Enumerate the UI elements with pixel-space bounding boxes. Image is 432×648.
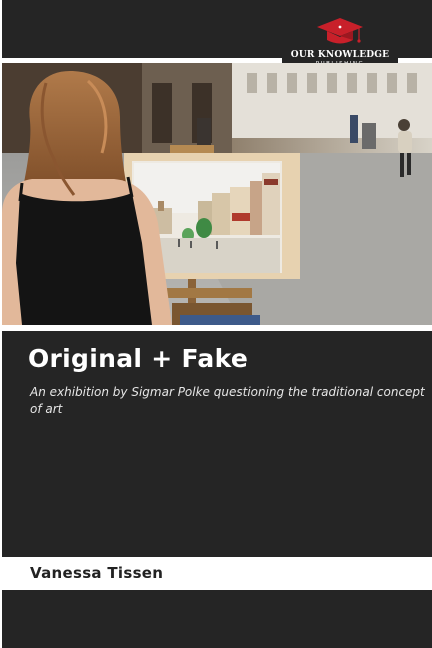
- graduation-cap-icon: [317, 18, 363, 44]
- cover-photo: [2, 63, 432, 325]
- book-title: Original + Fake: [28, 344, 249, 373]
- publisher-name: OUR KNOWLEDGE: [290, 50, 390, 60]
- book-cover: OUR KNOWLEDGE PUBLISHING: [0, 0, 432, 648]
- book-subtitle: An exhibition by Sigmar Polke questionin…: [30, 385, 425, 416]
- author-name: Vanessa Tissen: [30, 564, 164, 582]
- bottom-band: [2, 590, 432, 648]
